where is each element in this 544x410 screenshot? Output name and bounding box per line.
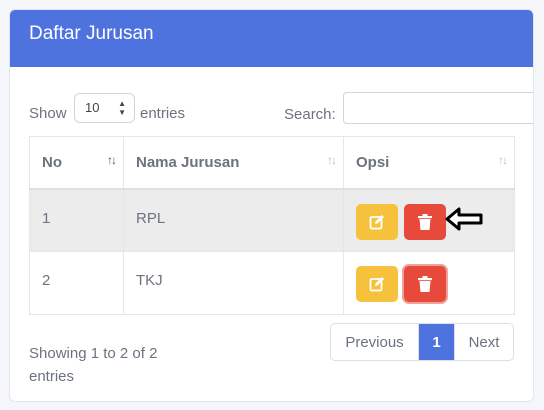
delete-button[interactable] [404,266,446,302]
edit-button[interactable] [356,203,398,240]
card-title: Daftar Jurusan [29,23,154,44]
data-table: No ↑↓ Nama Jurusan ↑↓ Opsi ↑↓ 1 RPL 2 TK… [29,136,515,315]
cell-no: 1 [29,188,124,252]
search-input[interactable] [343,92,533,124]
cell-opsi [343,188,515,252]
card: Daftar Jurusan Show 10 ▲ ▼ entries Search… [9,9,534,402]
table-controls: Show 10 ▲ ▼ entries Search: [10,67,533,137]
select-arrows-icon: ▲ ▼ [118,99,126,117]
edit-icon [369,277,384,292]
cell-nama: TKJ [123,251,344,315]
edit-icon [369,214,384,229]
arrow-left-icon [445,207,483,231]
edit-button[interactable] [356,266,398,302]
search-label: Search: [284,106,336,123]
cell-opsi [343,251,515,315]
page-1-button[interactable]: 1 [419,324,454,360]
cell-nama: RPL [123,188,344,252]
column-header-label: No [42,153,62,171]
column-header-no[interactable]: No ↑↓ [29,136,124,190]
column-header-opsi[interactable]: Opsi ↑↓ [343,136,515,190]
sort-icon: ↑↓ [327,153,337,167]
table-row: 1 RPL [29,188,515,252]
next-button[interactable]: Next [454,324,513,360]
cell-no: 2 [29,251,124,315]
show-label: Show [29,105,67,122]
entries-select[interactable]: 10 ▲ ▼ [74,93,135,123]
previous-button[interactable]: Previous [331,324,419,360]
delete-button[interactable] [404,203,446,240]
column-header-nama[interactable]: Nama Jurusan ↑↓ [123,136,344,190]
card-header: Daftar Jurusan [10,10,533,67]
column-header-label: Nama Jurusan [136,153,240,171]
sort-asc-icon: ↑↓ [107,153,117,167]
table-row: 2 TKJ [29,251,515,315]
pagination: Previous 1 Next [330,323,514,361]
table-info: Showing 1 to 2 of 2 entries [29,345,158,385]
entries-select-value: 10 [85,100,100,115]
entries-label: entries [140,105,186,122]
trash-icon [418,213,432,230]
column-header-label: Opsi [356,153,390,171]
trash-icon [418,276,432,292]
sort-icon: ↑↓ [498,153,508,167]
